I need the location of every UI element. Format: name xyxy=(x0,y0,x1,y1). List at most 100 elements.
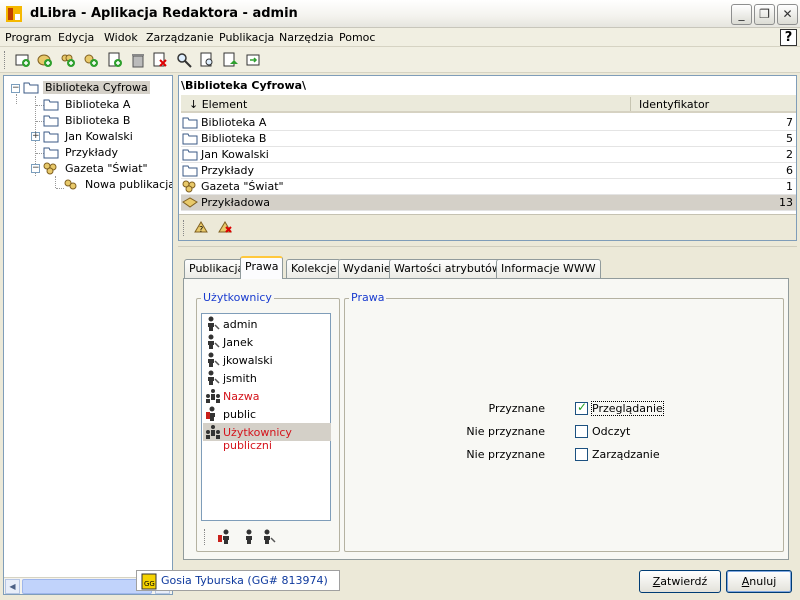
group-icon xyxy=(206,425,220,439)
user-name: jkowalski xyxy=(223,354,273,367)
column-header-element[interactable]: ↓ Element xyxy=(189,98,247,111)
list-row[interactable]: Jan Kowalski 2 xyxy=(181,147,796,163)
toolbar-grip[interactable] xyxy=(183,220,184,236)
export-icon[interactable] xyxy=(222,52,238,68)
list-row-selected[interactable]: Przykładowa 13 xyxy=(181,195,796,211)
list-row[interactable]: Gazeta "Świat" 1 xyxy=(181,179,796,195)
tree-collapse-toggle[interactable]: − xyxy=(11,84,20,93)
import-icon[interactable] xyxy=(245,52,261,68)
public-user-icon[interactable] xyxy=(217,529,233,545)
group-publication-icon xyxy=(64,179,77,190)
right-checkbox-przegladanie[interactable]: ✓ xyxy=(575,400,588,415)
add-group-publication-icon[interactable] xyxy=(60,52,76,68)
scroll-left-icon[interactable]: ◀ xyxy=(5,579,20,594)
close-button[interactable]: ✕ xyxy=(777,4,798,25)
column-separator[interactable] xyxy=(630,97,631,111)
row-name: Przykładowa xyxy=(201,196,270,209)
tree-item-label: Biblioteka Cyfrowa xyxy=(43,81,150,94)
folder-icon xyxy=(43,147,59,159)
user-edit-icon[interactable] xyxy=(261,529,277,545)
menu-narzedzia[interactable]: Narzędzia xyxy=(279,31,334,44)
users-group: Użytkownicy admin Janek jkowalski jsmith xyxy=(196,291,340,552)
maximize-button[interactable]: ❐ xyxy=(754,4,775,25)
folder-icon xyxy=(182,133,198,145)
remove-icon[interactable] xyxy=(152,52,168,68)
users-group-title: Użytkownicy xyxy=(201,291,274,304)
user-item-jsmith[interactable]: jsmith xyxy=(203,369,331,387)
add-publication-icon[interactable] xyxy=(83,52,99,68)
minimize-button[interactable]: _ xyxy=(731,4,752,25)
users-list[interactable]: admin Janek jkowalski jsmith Nazwa publi… xyxy=(201,313,331,521)
menu-widok[interactable]: Widok xyxy=(104,31,138,44)
search-icon[interactable] xyxy=(176,52,192,68)
right-row-zarzadzanie: Nie przyznane Zarządzanie xyxy=(425,447,745,463)
tree-line xyxy=(55,176,56,188)
toolbar xyxy=(0,47,800,73)
user-name: jsmith xyxy=(223,372,257,385)
menu-edycja[interactable]: Edycja xyxy=(58,31,94,44)
element-list-panel: \Biblioteka Cyfrowa\ ↓ Element Identyfik… xyxy=(178,75,797,241)
tree-collapse-toggle[interactable]: − xyxy=(31,164,40,173)
row-name: Biblioteka A xyxy=(201,116,267,129)
tab-prawa[interactable]: Prawa xyxy=(240,256,284,279)
right-checkbox-odczyt[interactable] xyxy=(575,425,588,438)
checkmark-icon: ✓ xyxy=(577,400,588,414)
folder-icon xyxy=(43,115,59,127)
user-icon xyxy=(208,334,220,349)
menu-zarzadzanie[interactable]: Zarządzanie xyxy=(146,31,214,44)
svg-text:?: ? xyxy=(199,225,203,234)
menu-bar: Program Edycja Widok Zarządzanie Publika… xyxy=(0,28,800,47)
row-id: 7 xyxy=(786,116,793,129)
properties-icon[interactable]: ? xyxy=(193,220,209,236)
add-directory-icon[interactable] xyxy=(37,52,53,68)
group-publication-icon xyxy=(43,162,57,175)
context-help-icon[interactable]: ? xyxy=(780,29,797,46)
right-checkbox-zarzadzanie[interactable] xyxy=(575,448,588,461)
confirm-button[interactable]: Zatwierdź xyxy=(639,570,721,593)
row-name: Gazeta "Świat" xyxy=(201,180,284,193)
folder-icon xyxy=(43,131,59,143)
tree-expand-toggle[interactable]: + xyxy=(31,132,40,141)
toolbar-grip[interactable] xyxy=(4,51,7,69)
user-item-janek[interactable]: Janek xyxy=(203,333,331,351)
toolbar-grip[interactable] xyxy=(204,529,205,545)
delete-icon[interactable] xyxy=(130,52,146,68)
list-toolbar: ? xyxy=(179,214,796,240)
scroll-thumb[interactable] xyxy=(22,579,152,594)
find-next-icon[interactable] xyxy=(199,52,215,68)
tree-item-label: Biblioteka B xyxy=(65,114,131,127)
user-item-uzytkownicy-publiczni[interactable]: Użytkownicy publiczni xyxy=(203,423,331,452)
tree-item-label: Jan Kowalski xyxy=(65,130,133,143)
list-row[interactable]: Przykłady 6 xyxy=(181,163,796,179)
add-edition-icon[interactable] xyxy=(107,52,123,68)
menu-publikacja[interactable]: Publikacja xyxy=(219,31,274,44)
tab-wydanie[interactable]: Wydanie xyxy=(338,259,396,278)
confirm-label: atwierdź xyxy=(660,575,708,588)
row-id: 5 xyxy=(786,132,793,145)
user-name: admin xyxy=(223,318,258,331)
cancel-button[interactable]: Anuluj xyxy=(726,570,792,593)
right-label[interactable]: Zarządzanie xyxy=(592,448,660,461)
column-header-identyfikator[interactable]: Identyfikator xyxy=(639,98,709,111)
rights-group: Prawa Przyznane ✓ Przeglądanie Nie przyz… xyxy=(344,291,784,552)
remove-element-icon[interactable] xyxy=(217,220,233,236)
folder-icon xyxy=(182,117,198,129)
group-icon xyxy=(206,389,220,403)
user-icon[interactable] xyxy=(241,529,257,545)
user-item-jkowalski[interactable]: jkowalski xyxy=(203,351,331,369)
menu-pomoc[interactable]: Pomoc xyxy=(339,31,375,44)
collection-tree[interactable]: − Biblioteka Cyfrowa Biblioteka A Biblio… xyxy=(3,75,173,595)
right-label[interactable]: Przeglądanie xyxy=(591,401,664,416)
tree-line xyxy=(16,94,17,104)
user-item-nazwa[interactable]: Nazwa xyxy=(203,387,331,405)
tab-informacje-www[interactable]: Informacje WWW xyxy=(496,259,601,278)
right-label[interactable]: Odczyt xyxy=(592,425,630,438)
list-row[interactable]: Biblioteka A 7 xyxy=(181,115,796,131)
user-item-public[interactable]: public xyxy=(203,405,331,423)
user-item-admin[interactable]: admin xyxy=(203,315,331,333)
list-row[interactable]: Biblioteka B 5 xyxy=(181,131,796,147)
tab-kolekcje[interactable]: Kolekcje xyxy=(286,259,342,278)
add-collection-icon[interactable] xyxy=(15,52,31,68)
tab-wartosci-atrybutow[interactable]: Wartości atrybutów xyxy=(389,259,506,278)
menu-program[interactable]: Program xyxy=(5,31,51,44)
